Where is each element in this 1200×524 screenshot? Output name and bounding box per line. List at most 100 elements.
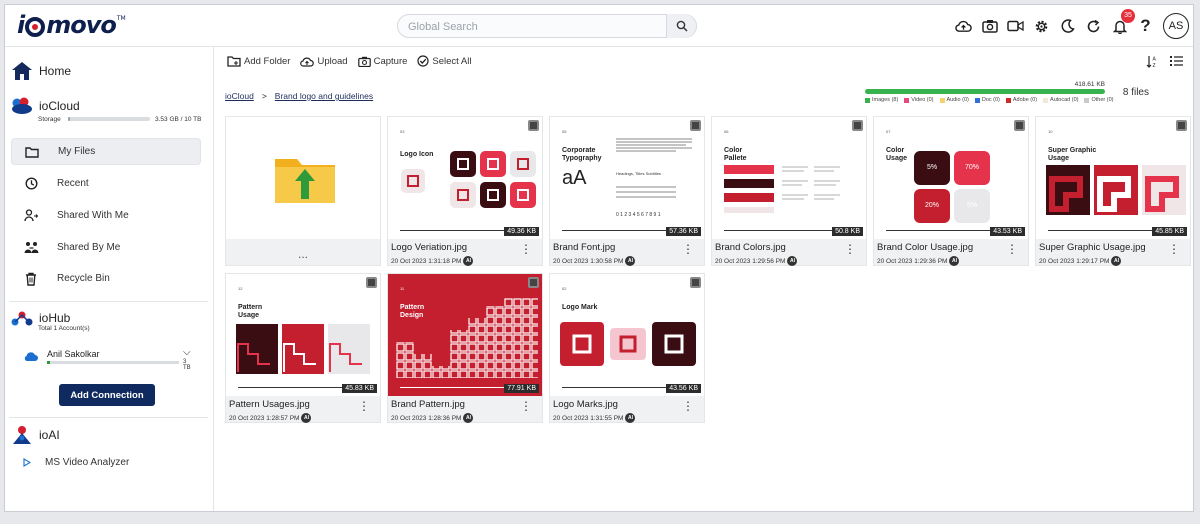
select-checkbox[interactable] <box>528 277 539 288</box>
breadcrumb-current[interactable]: Brand logo and guidelines <box>275 91 373 101</box>
file-count: 8 files <box>1122 87 1149 98</box>
file-date-text: 20 Oct 2023 1:31:18 PM <box>391 257 462 265</box>
cloud-upload-icon[interactable] <box>955 18 972 35</box>
ai-badge-icon[interactable]: AI <box>787 256 798 266</box>
iocloud-section[interactable]: ioCloud <box>11 97 80 115</box>
add-connection-button[interactable]: Add Connection <box>59 384 155 406</box>
file-name[interactable]: Pattern Usages.jpg <box>229 399 310 410</box>
more-options-icon[interactable]: ⋮ <box>520 400 532 412</box>
more-options-icon[interactable]: ⋮ <box>1006 243 1018 255</box>
legend-label: Images (8) <box>872 97 899 103</box>
ai-badge-icon[interactable]: AI <box>625 256 636 266</box>
ai-badge-icon[interactable]: AI <box>463 256 474 266</box>
more-options-icon[interactable]: ⋮ <box>358 400 370 412</box>
iocloud-icon <box>12 97 32 114</box>
select-checkbox[interactable] <box>852 120 863 131</box>
color-chip: 5% <box>914 151 950 185</box>
logo-i: i <box>17 11 25 39</box>
file-card[interactable]: 10 Super Graphic Usage 45.85 KB Super Gr… <box>1035 116 1191 266</box>
help-icon[interactable]: ? <box>1137 16 1154 35</box>
legend-label: Audio (0) <box>946 97 969 103</box>
sidebar-item-shared-with-me[interactable]: Shared With Me <box>11 202 201 229</box>
ai-badge-icon[interactable]: AI <box>301 413 312 423</box>
sidebar-item-ms-video-analyzer[interactable]: MS Video Analyzer <box>23 457 129 468</box>
moon-icon[interactable] <box>1059 18 1076 35</box>
select-checkbox[interactable] <box>1014 120 1025 131</box>
breadcrumb-root[interactable]: ioCloud <box>225 91 254 101</box>
iomovo-logo[interactable]: i movo TM <box>17 11 126 39</box>
design-title: Super Graphic Usage <box>1048 147 1097 162</box>
select-checkbox[interactable] <box>528 120 539 131</box>
file-date: 20 Oct 2023 1:29:36 PM AI <box>877 256 960 266</box>
file-card[interactable]: 06 Color Pallete 50.8 KB Brand Colors.jp… <box>711 116 867 266</box>
sort-icon[interactable]: AZ <box>1146 55 1158 68</box>
design-number: 11 <box>400 286 405 291</box>
ai-badge-icon[interactable]: AI <box>463 413 474 423</box>
file-card[interactable]: 05 Corporate Typography aA Headings, Tit… <box>549 116 705 266</box>
file-name[interactable]: Brand Colors.jpg <box>715 242 786 253</box>
refresh-icon[interactable] <box>1085 18 1102 35</box>
sidebar-item-recycle-bin[interactable]: Recycle Bin <box>11 265 201 292</box>
ai-badge-icon[interactable]: AI <box>625 413 636 423</box>
file-name[interactable]: Logo Veriation.jpg <box>391 242 467 253</box>
account-storage-bar <box>47 361 179 364</box>
chevron-down-icon[interactable]: ⌵ <box>183 347 191 358</box>
file-name[interactable]: Logo Marks.jpg <box>553 399 618 410</box>
more-options-icon[interactable]: ⋮ <box>520 243 532 255</box>
file-card[interactable]: 12 Pattern Usage 45.83 KB Pattern Usages… <box>225 273 381 423</box>
upload-button[interactable]: Upload <box>300 55 348 67</box>
add-folder-button[interactable]: Add Folder <box>227 55 290 67</box>
file-card[interactable]: 02 Logo Mark 43.56 KB Logo Marks.jpg 20 … <box>549 273 705 423</box>
bell-icon[interactable]: 35 <box>1111 8 1135 35</box>
file-name[interactable]: Brand Pattern.jpg <box>391 399 465 410</box>
ioai-section[interactable]: ioAI <box>11 425 60 445</box>
legend-swatch <box>1084 97 1090 103</box>
video-record-icon[interactable] <box>1007 18 1024 35</box>
file-card[interactable]: 03 Logo Icon 49.36 KB Logo Veriation.jpg… <box>387 116 543 266</box>
legend-label: Autocad (0) <box>1050 97 1079 103</box>
legend-item: Doc (0) <box>974 97 1000 103</box>
file-thumbnail: 12 Pattern Usage 45.83 KB <box>226 274 380 396</box>
more-options-icon[interactable]: ⋮ <box>1168 243 1180 255</box>
ai-badge-icon[interactable]: AI <box>949 256 960 266</box>
file-name[interactable]: Brand Color Usage.jpg <box>877 242 973 253</box>
search-button[interactable] <box>666 14 696 38</box>
user-avatar[interactable]: AS <box>1163 13 1189 39</box>
more-options-icon[interactable]: ⋮ <box>844 243 856 255</box>
file-name[interactable]: Brand Font.jpg <box>553 242 615 253</box>
list-view-icon[interactable] <box>1170 55 1183 66</box>
select-checkbox[interactable] <box>690 120 701 131</box>
gear-icon[interactable] <box>1033 18 1050 35</box>
capture-button[interactable]: Capture <box>357 55 407 67</box>
design-number: 12 <box>238 286 243 291</box>
file-name[interactable]: Super Graphic Usage.jpg <box>1039 242 1146 253</box>
svg-text:A: A <box>1153 57 1157 63</box>
more-options-icon[interactable]: ⋮ <box>682 400 694 412</box>
camera-icon[interactable] <box>981 18 998 35</box>
storage-summary: 418.61 KB Images (8) Video (0) Audio (0) Do… <box>865 81 1155 105</box>
sidebar-item-recent[interactable]: Recent <box>11 170 201 197</box>
more-options-icon[interactable]: ⋮ <box>682 243 694 255</box>
folder-more-button[interactable]: ... <box>226 247 380 261</box>
folder-card-up[interactable]: ... <box>225 116 381 266</box>
file-card[interactable]: 07 Color Usage 5% 70% 20% 5% 43.53 KB Br… <box>873 116 1029 266</box>
svg-text:Z: Z <box>1153 63 1156 68</box>
account-name: Anil Sakolkar <box>47 349 100 359</box>
select-checkbox[interactable] <box>1176 120 1187 131</box>
sidebar-item-shared-by-me[interactable]: Shared By Me <box>11 234 201 261</box>
folder-up-icon <box>275 159 335 203</box>
ai-badge-icon[interactable]: AI <box>1111 256 1122 266</box>
search-input[interactable] <box>408 19 658 35</box>
file-card[interactable]: 11 Pattern Design 77.91 KB Brand Pattern… <box>387 273 543 423</box>
trash-icon <box>26 272 36 286</box>
file-date-text: 20 Oct 2023 1:31:55 PM <box>553 414 624 422</box>
top-header: i movo TM Global Search 35 ? AS <box>5 5 1193 47</box>
sidebar-home[interactable]: Home <box>11 61 71 81</box>
select-all-button[interactable]: Select All <box>417 55 471 67</box>
select-checkbox[interactable] <box>366 277 377 288</box>
select-checkbox[interactable] <box>690 277 701 288</box>
file-date: 20 Oct 2023 1:29:56 PM AI <box>715 256 798 266</box>
account-item[interactable]: Anil Sakolkar ⌵ 3 TB <box>23 347 195 371</box>
sidebar-item-my-files[interactable]: My Files <box>11 138 201 165</box>
file-size-badge: 45.83 KB <box>342 384 377 393</box>
